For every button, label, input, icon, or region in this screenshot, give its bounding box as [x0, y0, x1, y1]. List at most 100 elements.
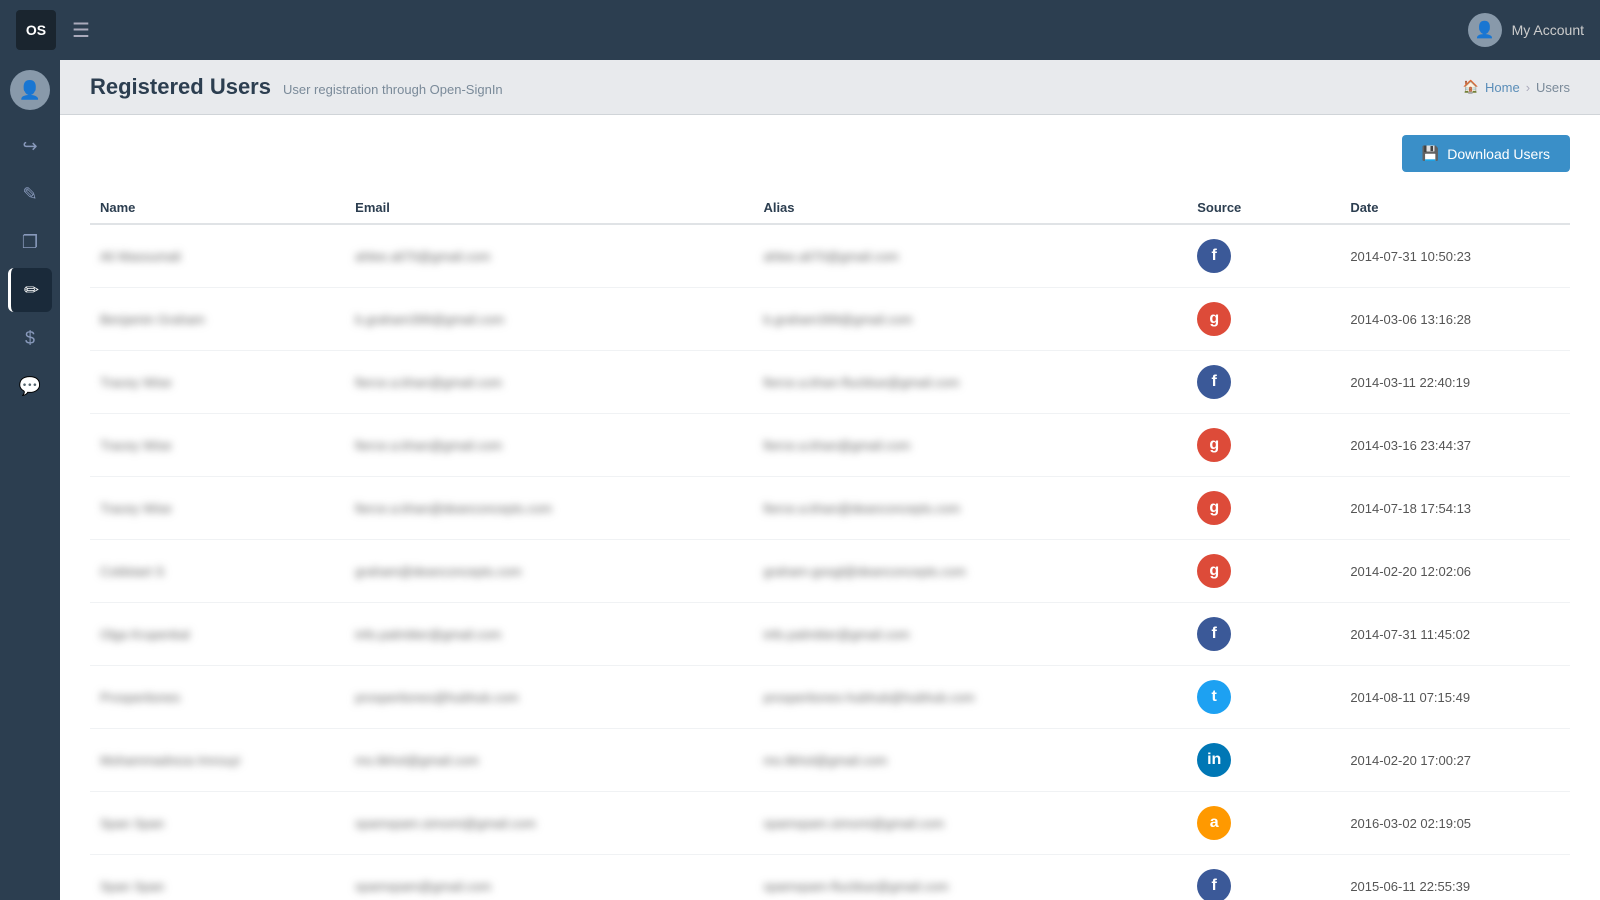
breadcrumb-home[interactable]: Home	[1485, 80, 1520, 95]
sidebar-item-dollar[interactable]: $	[8, 316, 52, 360]
topbar: OS ☰ 👤 My Account	[0, 0, 1600, 60]
cell-name: Olga Krupenkal	[90, 603, 345, 666]
cell-alias: fierce.a.khan@gmail.com	[753, 414, 1187, 477]
cell-alias: ahlee.ali70@gmail.com	[753, 224, 1187, 288]
cell-name: Benjamin Graham	[90, 288, 345, 351]
cell-email: mo.likhol@gmail.com	[345, 729, 753, 792]
cell-email: spamspam.simomi@gmail.com	[345, 792, 753, 855]
download-btn-label: Download Users	[1447, 146, 1550, 162]
page-title: Registered Users	[90, 74, 271, 100]
sidebar: 👤 ↪ ✎ ❐ ✏ $ 💬	[0, 60, 60, 900]
os-logo: OS	[16, 10, 56, 50]
account-label[interactable]: My Account	[1512, 22, 1584, 38]
cell-date: 2014-03-06 13:16:28	[1340, 288, 1570, 351]
toolbar: 💾 Download Users	[90, 135, 1570, 172]
cell-name: Ali Masoumali	[90, 224, 345, 288]
table-body: Ali Masoumali ahlee.ali70@gmail.com ahle…	[90, 224, 1570, 900]
table-row: Prosperitones prosperitones@hubhub.com p…	[90, 666, 1570, 729]
col-header-email: Email	[345, 192, 753, 224]
layout: 👤 ↪ ✎ ❐ ✏ $ 💬 Registered Users User regi…	[0, 60, 1600, 900]
cell-email: fierce.a.khan@gmail.com	[345, 351, 753, 414]
cell-source: a	[1187, 792, 1340, 855]
table-row: Tracey Wise fierce.a.khan@deanconcepts.c…	[90, 477, 1570, 540]
table-row: Tracey Wise fierce.a.khan@gmail.com fier…	[90, 351, 1570, 414]
cell-alias: spamspam.simomi@gmail.com	[753, 792, 1187, 855]
table-header-row: Name Email Alias Source Date	[90, 192, 1570, 224]
download-users-button[interactable]: 💾 Download Users	[1402, 135, 1570, 172]
col-header-name: Name	[90, 192, 345, 224]
col-header-date: Date	[1340, 192, 1570, 224]
breadcrumb-separator: ›	[1526, 80, 1530, 95]
cell-date: 2015-06-11 22:55:39	[1340, 855, 1570, 900]
cell-alias: b.graham399@gmail.com	[753, 288, 1187, 351]
cell-date: 2014-02-20 17:00:27	[1340, 729, 1570, 792]
cell-name: Tracey Wise	[90, 414, 345, 477]
sidebar-item-forward[interactable]: ↪	[8, 124, 52, 168]
cell-alias: info.palmitier@gmail.com	[753, 603, 1187, 666]
cell-date: 2016-03-02 02:19:05	[1340, 792, 1570, 855]
cell-date: 2014-03-16 23:44:37	[1340, 414, 1570, 477]
table-row: Tracey Wise fierce.a.khan@gmail.com fier…	[90, 414, 1570, 477]
page-header-left: Registered Users User registration throu…	[90, 74, 503, 100]
cell-email: info.palmitier@gmail.com	[345, 603, 753, 666]
source-icon-amazon: a	[1197, 806, 1231, 840]
table-row: Ali Masoumali ahlee.ali70@gmail.com ahle…	[90, 224, 1570, 288]
cell-name: Coldstart S	[90, 540, 345, 603]
cell-date: 2014-02-20 12:02:06	[1340, 540, 1570, 603]
cell-email: spamspam@gmail.com	[345, 855, 753, 900]
cell-date: 2014-03-11 22:40:19	[1340, 351, 1570, 414]
source-icon-google: g	[1197, 491, 1231, 525]
breadcrumb-current: Users	[1536, 80, 1570, 95]
cell-source: g	[1187, 477, 1340, 540]
cell-name: Span Span	[90, 792, 345, 855]
content-area: 💾 Download Users Name Email Alias Source…	[60, 115, 1600, 900]
cell-alias: spamspam-flucblue@gmail.com	[753, 855, 1187, 900]
page-subtitle: User registration through Open-SignIn	[283, 82, 503, 97]
hamburger-icon[interactable]: ☰	[72, 18, 90, 43]
cell-email: fierce.a.khan@gmail.com	[345, 414, 753, 477]
sidebar-item-edit[interactable]: ✏	[8, 268, 52, 312]
table-row: Span Span spamspam.simomi@gmail.com spam…	[90, 792, 1570, 855]
cell-source: g	[1187, 288, 1340, 351]
cell-date: 2014-07-31 10:50:23	[1340, 224, 1570, 288]
cell-alias: prosperitones-hubhub@hubhub.com	[753, 666, 1187, 729]
source-icon-facebook: f	[1197, 365, 1231, 399]
source-icon-google: g	[1197, 428, 1231, 462]
cell-date: 2014-08-11 07:15:49	[1340, 666, 1570, 729]
cell-name: Tracey Wise	[90, 477, 345, 540]
cell-source: g	[1187, 540, 1340, 603]
download-icon: 💾	[1422, 145, 1439, 162]
cell-source: in	[1187, 729, 1340, 792]
cell-source: t	[1187, 666, 1340, 729]
table-row: Benjamin Graham b.graham399@gmail.com b.…	[90, 288, 1570, 351]
source-icon-facebook: f	[1197, 239, 1231, 273]
table-row: Coldstart S graham@deanconcepts.com grah…	[90, 540, 1570, 603]
col-header-source: Source	[1187, 192, 1340, 224]
source-icon-google: g	[1197, 302, 1231, 336]
sidebar-item-pencil[interactable]: ✎	[8, 172, 52, 216]
cell-source: f	[1187, 224, 1340, 288]
cell-source: g	[1187, 414, 1340, 477]
table-row: Span Span spamspam@gmail.com spamspam-fl…	[90, 855, 1570, 900]
cell-alias: fierce.a.khan-flucblue@gmail.com	[753, 351, 1187, 414]
cell-alias: graham-googl@deanconcepts.com	[753, 540, 1187, 603]
sidebar-item-copy[interactable]: ❐	[8, 220, 52, 264]
source-icon-facebook: f	[1197, 617, 1231, 651]
cell-alias: fierce.a.khan@deanconcepts.com	[753, 477, 1187, 540]
cell-date: 2014-07-18 17:54:13	[1340, 477, 1570, 540]
main-area: Registered Users User registration throu…	[60, 60, 1600, 900]
cell-source: f	[1187, 351, 1340, 414]
col-header-alias: Alias	[753, 192, 1187, 224]
cell-name: Mohammadreza Imrouyi	[90, 729, 345, 792]
source-icon-google: g	[1197, 554, 1231, 588]
table-row: Olga Krupenkal info.palmitier@gmail.com …	[90, 603, 1570, 666]
table-head: Name Email Alias Source Date	[90, 192, 1570, 224]
cell-email: prosperitones@hubhub.com	[345, 666, 753, 729]
table-row: Mohammadreza Imrouyi mo.likhol@gmail.com…	[90, 729, 1570, 792]
users-table: Name Email Alias Source Date Ali Masouma…	[90, 192, 1570, 900]
sidebar-item-chat[interactable]: 💬	[8, 364, 52, 408]
cell-email: b.graham399@gmail.com	[345, 288, 753, 351]
cell-alias: mo.likhol@gmail.com	[753, 729, 1187, 792]
cell-date: 2014-07-31 11:45:02	[1340, 603, 1570, 666]
cell-email: fierce.a.khan@deanconcepts.com	[345, 477, 753, 540]
